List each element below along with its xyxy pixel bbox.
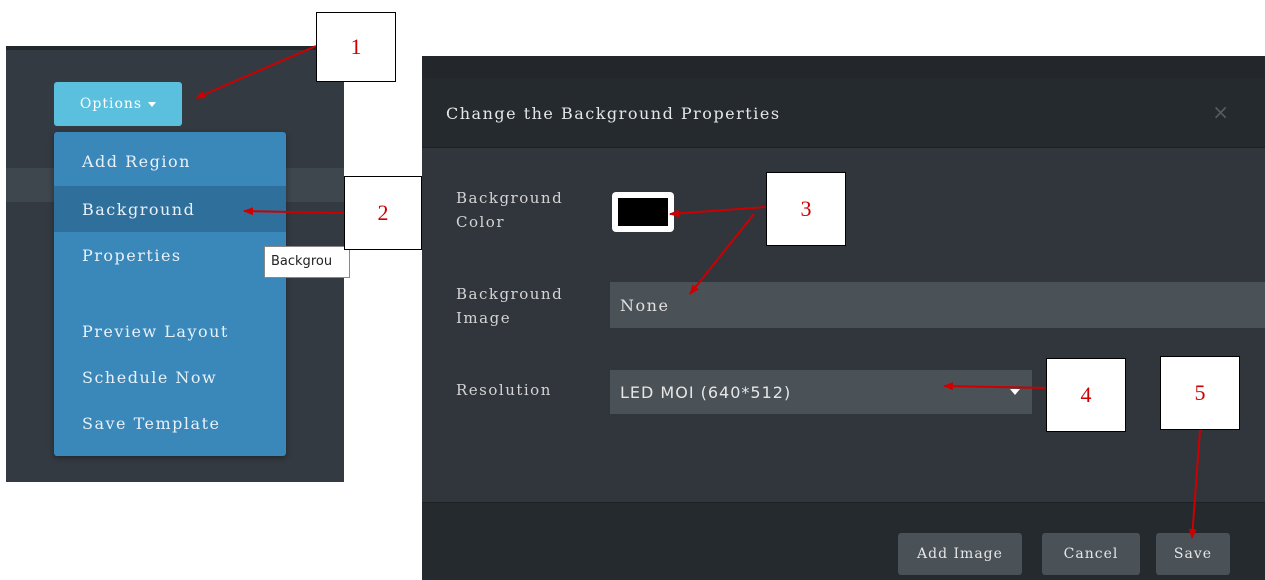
annotation-callout-3: 3 xyxy=(766,172,846,246)
annotation-arrow-4 xyxy=(943,382,1049,391)
annotation-callout-4: 4 xyxy=(1046,358,1126,432)
annotation-arrow-5 xyxy=(1188,429,1201,539)
annotation-arrow-3b xyxy=(689,213,755,295)
annotation-callout-2: 2 xyxy=(344,176,422,250)
annotation-arrow-2 xyxy=(243,207,347,216)
annotation-callout-5: 5 xyxy=(1160,356,1240,430)
annotation-arrows xyxy=(195,45,1201,539)
annotation-arrow-3a xyxy=(669,206,767,218)
annotation-callout-1: 1 xyxy=(316,12,396,82)
annotation-arrow-1 xyxy=(195,45,317,99)
